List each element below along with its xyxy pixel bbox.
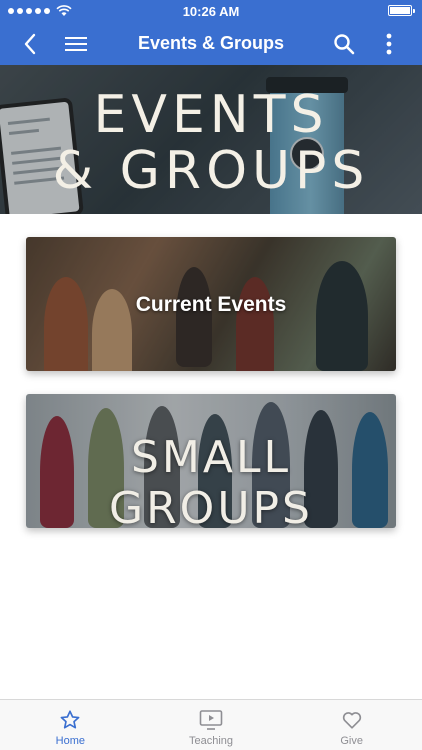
battery-icon <box>388 5 415 16</box>
hero-title-line2: & GROUPS <box>52 141 370 201</box>
hero-title: EVENTS & GROUPS <box>0 87 422 199</box>
current-events-label: Current Events <box>135 293 287 316</box>
tab-teaching[interactable]: Teaching <box>141 700 282 750</box>
more-vertical-icon <box>386 33 392 55</box>
video-play-icon <box>199 710 223 730</box>
search-icon <box>334 34 355 55</box>
tab-give-label: Give <box>340 735 363 747</box>
status-time: 10:26 AM <box>182 4 240 19</box>
search-button[interactable] <box>328 28 360 60</box>
status-bar: 10:26 AM <box>0 0 422 22</box>
tab-home[interactable]: Home <box>0 700 141 750</box>
tab-give[interactable]: Give <box>281 700 422 750</box>
hero-title-line1: EVENTS <box>93 85 329 145</box>
more-options-button[interactable] <box>373 28 405 60</box>
small-groups-label: SMALL GROUPS <box>109 432 313 528</box>
star-icon <box>60 710 80 729</box>
tab-home-label: Home <box>55 735 85 747</box>
tab-bar: Home Teaching Give <box>0 699 422 750</box>
current-events-card[interactable]: Current Events <box>26 237 396 371</box>
hero-banner: EVENTS & GROUPS <box>0 65 422 214</box>
tab-teaching-label: Teaching <box>188 735 234 747</box>
heart-icon <box>342 712 361 729</box>
nav-bar: Events & Groups <box>0 22 422 65</box>
small-groups-card[interactable]: SMALL GROUPS <box>26 394 396 528</box>
